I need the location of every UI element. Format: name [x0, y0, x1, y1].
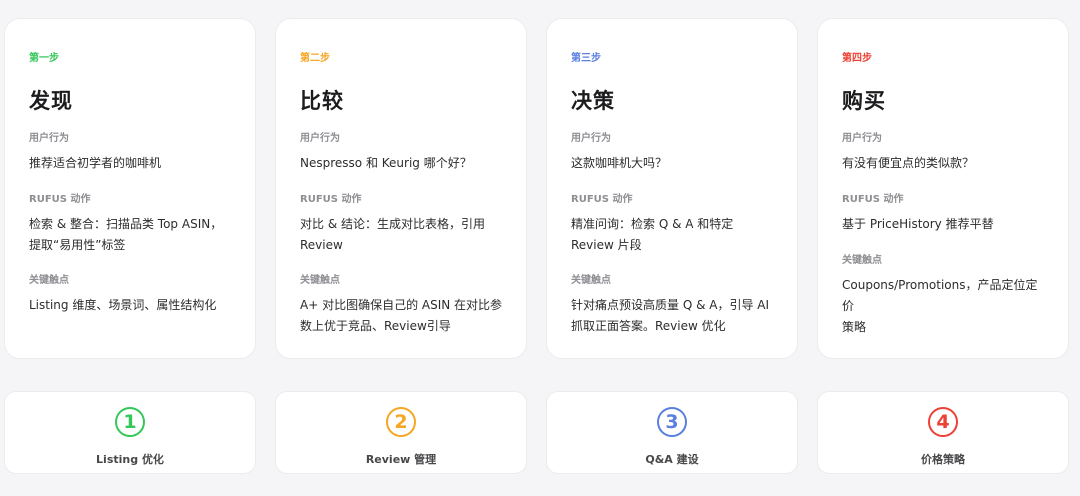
touchpoint-text: Coupons/Promotions，产品定位定价 策略 [842, 275, 1048, 338]
touchpoint-heading: 关键触点 [842, 255, 882, 266]
touchpoint-line-1: Coupons/Promotions，产品定位定价 [842, 278, 1038, 313]
action-line-2: Review [300, 238, 343, 252]
touchpoint-heading: 关键触点 [300, 275, 340, 286]
action-heading: RUFUS 动作 [842, 194, 904, 205]
behavior-text: 这款咖啡机大吗？ [571, 156, 668, 170]
step-card-decide: 第三步 决策 用户行为 这款咖啡机大吗？ RUFUS 动作 精准问询：检索 Q … [546, 18, 798, 359]
touchpoint-line-1: 针对痛点预设高质量 Q & A，引导 AI [571, 298, 770, 312]
behavior-section: 用户行为 推荐适合初学者的咖啡机 [29, 129, 235, 174]
action-text: 精准问询：检索 Q & A 和特定 Review 片段 [571, 214, 777, 256]
behavior-heading: 用户行为 [29, 133, 69, 144]
touchpoint-line-2: 抓取正面答案。Review 优化 [571, 319, 726, 333]
step-label: 第二步 [300, 53, 330, 64]
step-label: 第三步 [571, 53, 601, 64]
circled-number-2-icon: 2 [386, 407, 416, 437]
strategy-label: Review 管理 [365, 453, 437, 466]
touchpoint-text: 针对痛点预设高质量 Q & A，引导 AI 抓取正面答案。Review 优化 [571, 295, 777, 337]
strategy-card-listing: 1 Listing 优化 [4, 391, 256, 474]
action-heading: RUFUS 动作 [571, 194, 633, 205]
touchpoint-text: Listing 维度、场景词、属性结构化 [29, 295, 235, 316]
action-text: 检索 & 整合：扫描品类 Top ASIN， 提取“易用性”标签 [29, 214, 235, 256]
circled-number-3-icon: 3 [657, 407, 687, 437]
action-line-1: 对比 & 结论：生成对比表格，引用 [300, 217, 485, 231]
strategy-card-review: 2 Review 管理 [275, 391, 527, 474]
behavior-text: Nespresso 和 Keurig 哪个好？ [300, 156, 472, 170]
touchpoint-section: 关键触点 针对痛点预设高质量 Q & A，引导 AI 抓取正面答案。Review… [571, 271, 777, 337]
circled-number-1-icon: 1 [115, 407, 145, 437]
behavior-text: 推荐适合初学者的咖啡机 [29, 156, 162, 170]
touchpoint-text: A+ 对比图确保自己的 ASIN 在对比参 数上优于竞品、Review引导 [300, 295, 506, 337]
touchpoint-heading: 关键触点 [29, 275, 69, 286]
touchpoint-heading: 关键触点 [571, 275, 611, 286]
action-line-2: 提取“易用性”标签 [29, 238, 126, 252]
action-heading: RUFUS 动作 [300, 194, 362, 205]
step-label: 第四步 [842, 53, 872, 64]
behavior-heading: 用户行为 [300, 133, 340, 144]
action-text: 对比 & 结论：生成对比表格，引用 Review [300, 214, 506, 256]
step-title: 发现 [29, 89, 73, 113]
action-line-1: 检索 & 整合：扫描品类 Top ASIN， [29, 217, 223, 231]
strategy-label: 价格策略 [921, 453, 965, 466]
touchpoint-section: 关键触点 Coupons/Promotions，产品定位定价 策略 [842, 251, 1048, 338]
strategy-label: Q&A 建设 [645, 453, 699, 466]
behavior-section: 用户行为 这款咖啡机大吗？ [571, 129, 777, 174]
step-card-purchase: 第四步 购买 用户行为 有没有便宜点的类似款？ RUFUS 动作 基于 Pric… [817, 18, 1069, 359]
strategy-card-qa: 3 Q&A 建设 [546, 391, 798, 474]
step-card-compare: 第二步 比较 用户行为 Nespresso 和 Keurig 哪个好？ RUFU… [275, 18, 527, 359]
action-line-1: 基于 PriceHistory 推荐平替 [842, 217, 994, 231]
action-section: RUFUS 动作 检索 & 整合：扫描品类 Top ASIN， 提取“易用性”标… [29, 190, 235, 256]
touchpoint-line-2: 策略 [842, 320, 867, 334]
action-line-2: Review 片段 [571, 238, 642, 252]
action-text: 基于 PriceHistory 推荐平替 [842, 214, 1048, 235]
step-card-discover: 第一步 发现 用户行为 推荐适合初学者的咖啡机 RUFUS 动作 检索 & 整合… [4, 18, 256, 359]
touchpoint-line-2: 数上优于竞品、Review引导 [300, 319, 451, 333]
touchpoint-section: 关键触点 A+ 对比图确保自己的 ASIN 在对比参 数上优于竞品、Review… [300, 271, 506, 337]
behavior-heading: 用户行为 [571, 133, 611, 144]
behavior-section: 用户行为 Nespresso 和 Keurig 哪个好？ [300, 129, 506, 174]
circled-number-4-icon: 4 [928, 407, 958, 437]
action-heading: RUFUS 动作 [29, 194, 91, 205]
behavior-text: 有没有便宜点的类似款？ [842, 156, 975, 170]
behavior-section: 用户行为 有没有便宜点的类似款？ [842, 129, 1048, 174]
action-section: RUFUS 动作 精准问询：检索 Q & A 和特定 Review 片段 [571, 190, 777, 256]
touchpoint-line-1: Listing 维度、场景词、属性结构化 [29, 298, 217, 312]
step-title: 购买 [842, 89, 886, 113]
step-title: 决策 [571, 89, 615, 113]
step-label: 第一步 [29, 53, 59, 64]
touchpoint-line-1: A+ 对比图确保自己的 ASIN 在对比参 [300, 298, 503, 312]
strategy-label: Listing 优化 [96, 453, 164, 466]
action-section: RUFUS 动作 基于 PriceHistory 推荐平替 [842, 190, 1048, 235]
touchpoint-section: 关键触点 Listing 维度、场景词、属性结构化 [29, 271, 235, 316]
behavior-heading: 用户行为 [842, 133, 882, 144]
strategy-card-price: 4 价格策略 [817, 391, 1069, 474]
step-title: 比较 [300, 89, 344, 113]
action-line-1: 精准问询：检索 Q & A 和特定 [571, 217, 734, 231]
action-section: RUFUS 动作 对比 & 结论：生成对比表格，引用 Review [300, 190, 506, 256]
